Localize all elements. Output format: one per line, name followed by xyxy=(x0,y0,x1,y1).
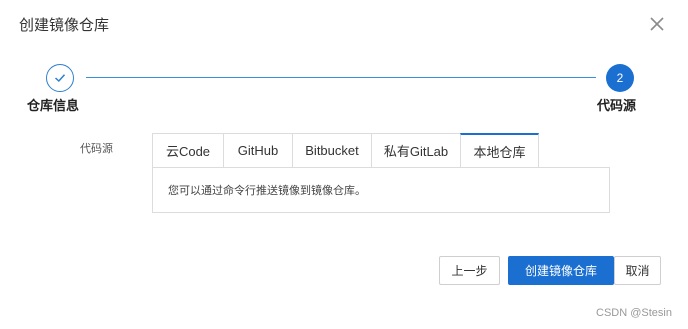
tab-private-gitlab[interactable]: 私有GitLab xyxy=(371,133,460,168)
step-connector-line xyxy=(86,77,596,78)
source-tabs: 云Code GitHub Bitbucket 私有GitLab 本地仓库 xyxy=(152,133,539,168)
step-2-number: 2 xyxy=(616,71,624,85)
tab-github[interactable]: GitHub xyxy=(223,133,292,168)
panel-description: 您可以通过命令行推送镜像到镜像仓库。 xyxy=(168,184,366,197)
step-2-label: 代码源 xyxy=(597,99,637,114)
tab-bitbucket[interactable]: Bitbucket xyxy=(292,133,371,168)
create-repo-dialog: 创建镜像仓库 2 仓库信息 代码源 代码源 云Code GitHub Bitbu… xyxy=(0,0,688,329)
tab-cloud-code[interactable]: 云Code xyxy=(152,133,223,168)
cancel-button[interactable]: 取消 xyxy=(614,256,661,285)
check-icon xyxy=(54,74,66,83)
prev-step-button[interactable]: 上一步 xyxy=(439,256,500,285)
source-field-label: 代码源 xyxy=(80,142,113,155)
dialog-title: 创建镜像仓库 xyxy=(19,16,110,34)
tab-panel: 您可以通过命令行推送镜像到镜像仓库。 xyxy=(152,167,610,213)
close-icon[interactable] xyxy=(647,14,667,34)
watermark: CSDN @Stesin xyxy=(596,307,672,319)
step-1-label: 仓库信息 xyxy=(27,99,80,114)
step-1-indicator xyxy=(46,64,74,92)
tab-local-repo[interactable]: 本地仓库 xyxy=(460,133,539,168)
create-repo-button[interactable]: 创建镜像仓库 xyxy=(508,256,614,285)
step-2-indicator: 2 xyxy=(606,64,634,92)
